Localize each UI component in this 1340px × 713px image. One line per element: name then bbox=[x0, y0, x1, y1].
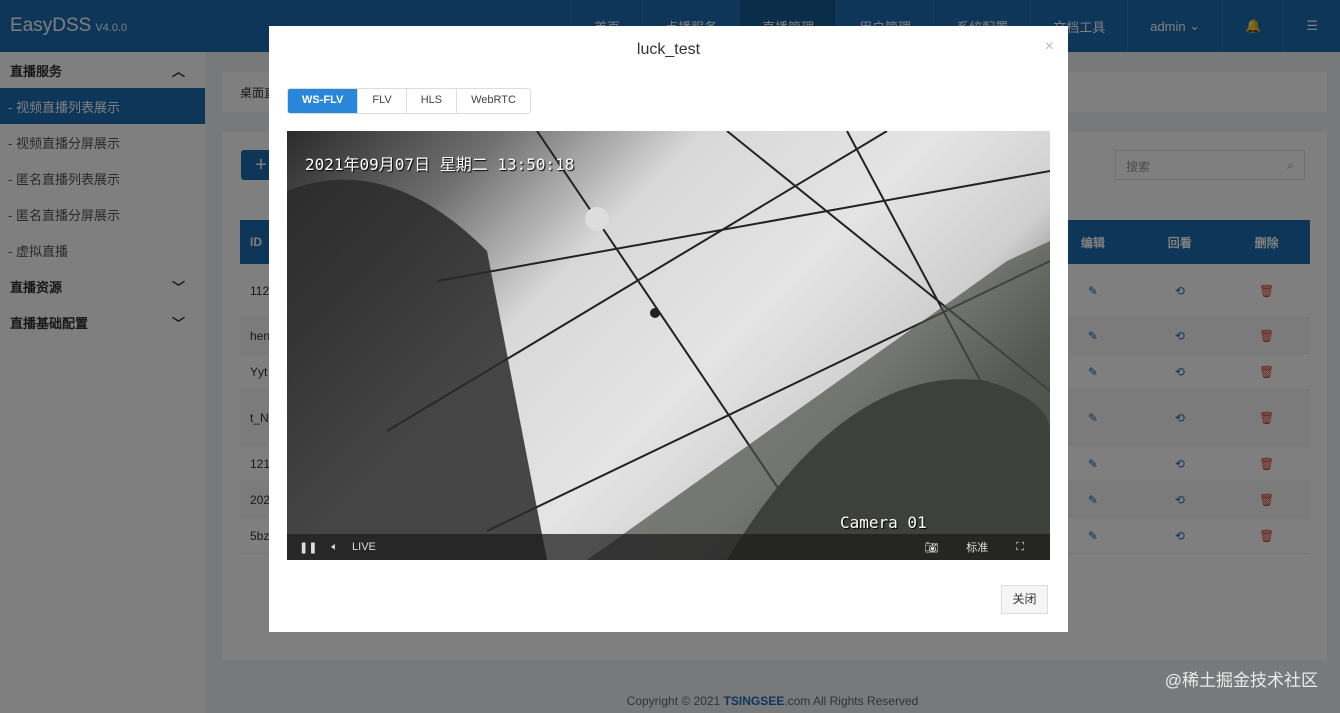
tab-hls[interactable]: HLS bbox=[405, 89, 456, 113]
close-icon[interactable]: × bbox=[1045, 38, 1054, 56]
close-button[interactable]: 关闭 bbox=[1001, 585, 1048, 614]
fullscreen-icon[interactable]: ⛶ bbox=[1016, 541, 1024, 554]
volume-icon[interactable]: 🔈︎ bbox=[331, 541, 338, 554]
snapshot-icon[interactable]: 📷︎ bbox=[924, 541, 938, 554]
modal-title: luck_test bbox=[636, 41, 701, 58]
protocol-tabs: WS-FLV FLV HLS WebRTC bbox=[287, 88, 531, 114]
video-player[interactable]: 2021年09月07日 星期二 13:50:18 Camera 01 ❚❚ 🔈︎… bbox=[287, 131, 1050, 560]
tab-ws-flv[interactable]: WS-FLV bbox=[288, 89, 358, 113]
player-controls: ❚❚ 🔈︎ LIVE 📷︎ 标准 ⛶ bbox=[287, 534, 1050, 560]
osd-camera-name: Camera 01 bbox=[840, 513, 927, 532]
watermark: @稀土掘金技术社区 bbox=[1164, 671, 1318, 690]
player-modal: luck_test × WS-FLV FLV HLS WebRTC 2021年0… bbox=[269, 26, 1068, 632]
camera-frame bbox=[287, 131, 1050, 560]
pause-icon[interactable]: ❚❚ bbox=[299, 541, 317, 554]
osd-timestamp: 2021年09月07日 星期二 13:50:18 bbox=[305, 155, 575, 174]
quality-button[interactable]: 标准 bbox=[966, 539, 988, 555]
tab-flv[interactable]: FLV bbox=[357, 89, 405, 113]
live-label: LIVE bbox=[352, 541, 376, 553]
tab-webrtc[interactable]: WebRTC bbox=[456, 89, 530, 113]
